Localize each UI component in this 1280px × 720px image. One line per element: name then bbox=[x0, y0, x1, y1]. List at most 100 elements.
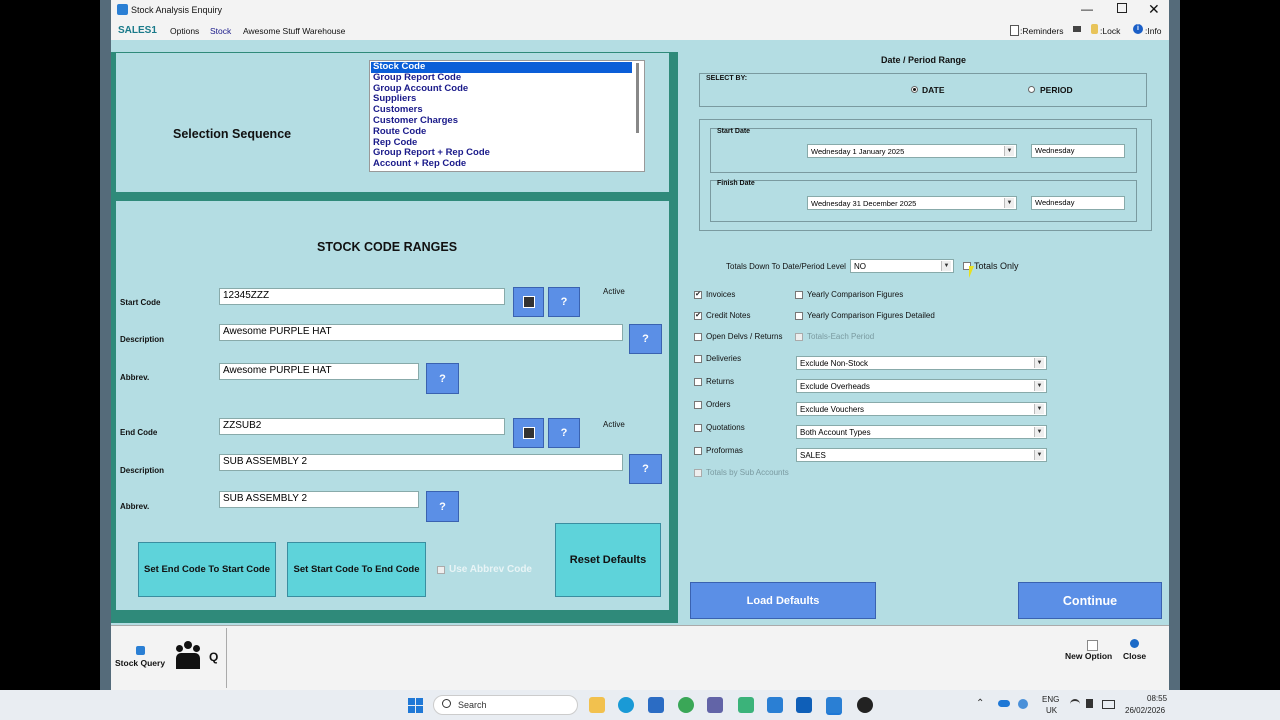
stock-query-button[interactable]: Stock Query bbox=[115, 658, 165, 668]
end-abbrev-input[interactable]: SUB ASSEMBLY 2 bbox=[219, 491, 419, 508]
users-icon[interactable] bbox=[176, 641, 200, 671]
outlook-icon[interactable] bbox=[796, 697, 812, 713]
selection-item[interactable]: Account + Rep Code bbox=[371, 158, 632, 170]
end-code-input[interactable]: ZZSUB2 bbox=[219, 418, 505, 435]
edge-icon[interactable] bbox=[618, 697, 634, 713]
volume-icon[interactable] bbox=[1086, 699, 1093, 708]
filter-select-value: SALES bbox=[800, 451, 826, 460]
windows-start-icon[interactable] bbox=[408, 698, 423, 713]
totals-level-value: NO bbox=[854, 262, 866, 271]
end-abbrev-help-button[interactable]: ? bbox=[426, 491, 459, 522]
reset-defaults-button[interactable]: Reset Defaults bbox=[555, 523, 661, 597]
filter-select-value: Both Account Types bbox=[800, 428, 871, 437]
finish-date-picker[interactable]: Wednesday 31 December 2025 ▼ bbox=[807, 196, 1017, 210]
chevron-down-icon: ▼ bbox=[1034, 450, 1044, 460]
start-abbrev-input[interactable]: Awesome PURPLE HAT bbox=[219, 363, 419, 380]
lock-link[interactable]: :Lock bbox=[1100, 26, 1120, 36]
checkbox[interactable] bbox=[694, 333, 702, 341]
minimize-icon[interactable]: — bbox=[1081, 2, 1093, 16]
use-abbrev-checkbox[interactable] bbox=[437, 566, 445, 574]
clock-time[interactable]: 08:55 bbox=[1147, 694, 1167, 703]
filter-select[interactable]: Exclude Vouchers ▼ bbox=[796, 402, 1047, 416]
app-window: Stock Analysis Enquiry — ✕ SALES1 Option… bbox=[111, 0, 1169, 691]
selection-listbox[interactable]: Stock Code Group Report Code Group Account… bbox=[369, 60, 645, 172]
ranges-title: STOCK CODE RANGES bbox=[317, 240, 458, 254]
onedrive-icon[interactable] bbox=[998, 700, 1010, 707]
load-defaults-button[interactable]: Load Defaults bbox=[690, 582, 876, 619]
checkbox[interactable] bbox=[694, 447, 702, 455]
checkbox[interactable] bbox=[694, 424, 702, 432]
continue-button[interactable]: Continue bbox=[1018, 582, 1162, 619]
selection-item[interactable]: Route Code bbox=[371, 126, 632, 138]
start-date-picker[interactable]: Wednesday 1 January 2025 ▼ bbox=[807, 144, 1017, 158]
info-icon[interactable]: i bbox=[1133, 24, 1143, 34]
set-start-code-button[interactable]: Set Start Code To End Code bbox=[287, 542, 426, 597]
chevron-down-icon: ▼ bbox=[1004, 146, 1014, 156]
start-code-lookup-button[interactable] bbox=[513, 287, 544, 317]
app-icon-3[interactable] bbox=[648, 697, 664, 713]
filter-select[interactable]: SALES ▼ bbox=[796, 448, 1047, 462]
reminders-link[interactable]: :Reminders bbox=[1020, 26, 1063, 36]
checkbox[interactable] bbox=[694, 401, 702, 409]
filter-select[interactable]: Both Account Types ▼ bbox=[796, 425, 1047, 439]
reminders-icon[interactable] bbox=[1010, 25, 1019, 36]
start-code-help-button[interactable]: ? bbox=[548, 287, 580, 317]
totals-level-label: Totals Down To Date/Period Level bbox=[726, 262, 846, 271]
start-code-input[interactable]: 12345ZZZ bbox=[219, 288, 505, 305]
checkbox[interactable] bbox=[795, 291, 803, 299]
filter-select[interactable]: Exclude Overheads ▼ bbox=[796, 379, 1047, 393]
menu-options[interactable]: Options bbox=[170, 26, 199, 36]
period-radio-label: PERIOD bbox=[1040, 85, 1073, 95]
close-icon[interactable]: ✕ bbox=[1148, 1, 1160, 18]
menu-warehouse[interactable]: Awesome Stuff Warehouse bbox=[243, 26, 345, 36]
language-top[interactable]: ENG bbox=[1042, 695, 1059, 704]
selection-item[interactable]: Group Report Code bbox=[371, 72, 632, 84]
end-code-lookup-button[interactable] bbox=[513, 418, 544, 448]
close-button[interactable]: Close bbox=[1123, 651, 1146, 661]
set-end-code-button[interactable]: Set End Code To Start Code bbox=[138, 542, 276, 597]
lock-icon[interactable] bbox=[1091, 24, 1098, 34]
start-abbrev-help-button[interactable]: ? bbox=[426, 363, 459, 394]
tray-icon[interactable] bbox=[1018, 699, 1028, 709]
left-checks: ✔ Invoices ✔ Credit Notes Open Delvs / Retur… bbox=[694, 290, 804, 490]
new-option-button[interactable]: New Option bbox=[1065, 651, 1112, 661]
checkbox[interactable] bbox=[795, 312, 803, 320]
app-icon-7[interactable] bbox=[767, 697, 783, 713]
checkbox[interactable]: ✔ bbox=[694, 312, 702, 320]
quick-search-button[interactable]: Q bbox=[209, 650, 218, 664]
taskbar-search-box[interactable]: Search bbox=[433, 695, 578, 715]
end-description-help-button[interactable]: ? bbox=[629, 454, 662, 484]
file-explorer-icon[interactable] bbox=[589, 697, 605, 713]
maximize-icon[interactable] bbox=[1117, 3, 1127, 13]
wifi-icon[interactable] bbox=[1070, 699, 1080, 709]
active-app-icon[interactable] bbox=[826, 697, 842, 715]
app-icon-6[interactable] bbox=[738, 697, 754, 713]
select-by-group: SELECT BY: DATE PERIOD bbox=[699, 73, 1147, 107]
battery-icon[interactable] bbox=[1102, 700, 1115, 709]
listbox-scrollbar[interactable] bbox=[636, 63, 639, 133]
end-description-input[interactable]: SUB ASSEMBLY 2 bbox=[219, 454, 623, 471]
totals-level-select[interactable]: NO ▼ bbox=[850, 259, 954, 273]
chevron-down-icon: ▼ bbox=[1034, 358, 1044, 368]
calculator-icon bbox=[522, 427, 535, 439]
start-description-input[interactable]: Awesome PURPLE HAT bbox=[219, 324, 623, 341]
checkbox[interactable] bbox=[694, 378, 702, 386]
menu-stock[interactable]: Stock bbox=[210, 26, 231, 36]
checkbox[interactable] bbox=[694, 469, 702, 477]
start-day-field: Wednesday bbox=[1031, 144, 1125, 158]
checkbox[interactable] bbox=[694, 355, 702, 363]
end-code-help-button[interactable]: ? bbox=[548, 418, 580, 448]
selection-title: Selection Sequence bbox=[173, 127, 292, 141]
start-description-help-button[interactable]: ? bbox=[629, 324, 662, 354]
period-radio[interactable] bbox=[1028, 86, 1035, 93]
chrome-icon[interactable] bbox=[678, 697, 694, 713]
teams-icon[interactable] bbox=[707, 697, 723, 713]
chevron-up-icon[interactable]: ⌃ bbox=[976, 698, 984, 709]
app-icon-10[interactable] bbox=[857, 697, 873, 713]
end-active-label: Active bbox=[603, 420, 625, 429]
info-link[interactable]: :Info bbox=[1145, 26, 1162, 36]
checkbox[interactable]: ✔ bbox=[694, 291, 702, 299]
filter-select[interactable]: Exclude Non-Stock ▼ bbox=[796, 356, 1047, 370]
checkbox[interactable] bbox=[795, 333, 803, 341]
date-radio[interactable] bbox=[911, 86, 918, 93]
